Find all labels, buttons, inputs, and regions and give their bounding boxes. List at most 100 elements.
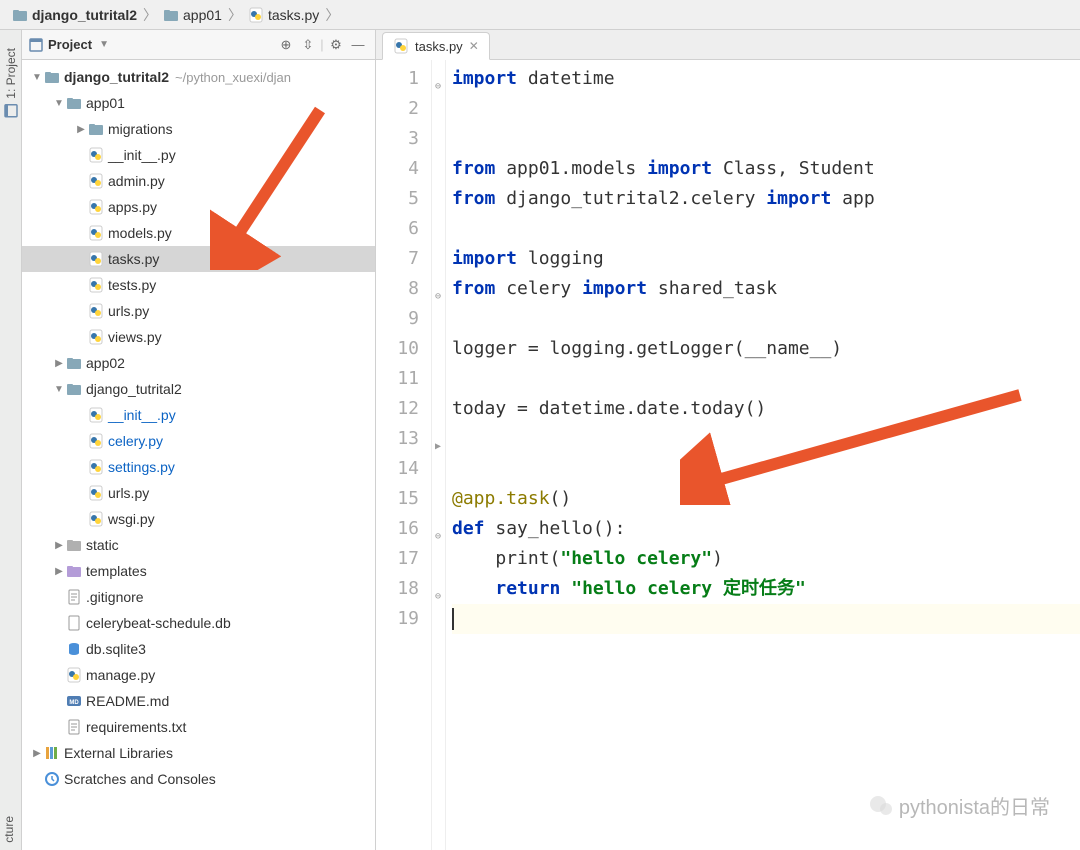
line-number: 13 <box>376 424 419 454</box>
code-line[interactable] <box>452 424 1080 454</box>
tree-item[interactable]: tests.py <box>22 272 375 298</box>
tree-item[interactable]: views.py <box>22 324 375 350</box>
code-line[interactable] <box>452 304 1080 334</box>
tree-item[interactable]: ▶templates <box>22 558 375 584</box>
scratch-icon <box>44 771 60 787</box>
breadcrumb-separator: 〉 <box>141 5 159 25</box>
locate-button[interactable]: ⊕ <box>275 34 297 56</box>
tree-item[interactable]: README.md <box>22 688 375 714</box>
code-content[interactable]: import datetime from app01.models import… <box>446 60 1080 850</box>
code-line[interactable]: def say_hello(): <box>452 514 1080 544</box>
folder-purple-icon <box>66 563 82 579</box>
chevron-down-icon[interactable]: ▼ <box>99 39 109 50</box>
fold-toggle[interactable]: ⊖ <box>433 72 443 102</box>
code-line[interactable]: today = datetime.date.today() <box>452 394 1080 424</box>
py-icon <box>88 277 104 293</box>
txt-icon <box>66 719 82 735</box>
tree-item[interactable]: models.py <box>22 220 375 246</box>
tree-item[interactable]: ▶External Libraries <box>22 740 375 766</box>
code-line[interactable] <box>452 604 1080 634</box>
tree-item[interactable]: ▼django_tutrital2~/python_xuexi/djan <box>22 64 375 90</box>
tab-tasks-py[interactable]: tasks.py ✕ <box>382 32 490 60</box>
code-line[interactable] <box>452 94 1080 124</box>
folder-icon <box>66 381 82 397</box>
tree-item[interactable]: tasks.py <box>22 246 375 272</box>
watermark: pythonista的日常 <box>869 791 1050 820</box>
code-line[interactable]: from django_tutrital2.celery import app <box>452 184 1080 214</box>
structure-tool-tab[interactable]: cture <box>0 810 22 850</box>
tree-item[interactable]: ▶migrations <box>22 116 375 142</box>
line-number: 3 <box>376 124 419 154</box>
tree-item[interactable]: ▶app02 <box>22 350 375 376</box>
code-line[interactable]: from celery import shared_task <box>452 274 1080 304</box>
txt-icon <box>66 589 82 605</box>
tree-item[interactable]: manage.py <box>22 662 375 688</box>
code-line[interactable] <box>452 214 1080 244</box>
code-line[interactable] <box>452 364 1080 394</box>
project-pane-icon <box>28 37 44 53</box>
line-number: 8 <box>376 274 419 304</box>
line-number: 14 <box>376 454 419 484</box>
tree-item[interactable]: ▶static <box>22 532 375 558</box>
breadcrumb-item[interactable]: django_tutrital2 <box>8 7 141 23</box>
code-line[interactable]: print("hello celery") <box>452 544 1080 574</box>
fold-column[interactable]: ⊖ ⊖ ▶ ⊖ ⊖ <box>432 60 446 850</box>
py-icon <box>88 303 104 319</box>
py-icon <box>88 433 104 449</box>
code-line[interactable]: from app01.models import Class, Student <box>452 154 1080 184</box>
code-line[interactable] <box>452 454 1080 484</box>
tree-item[interactable]: __init__.py <box>22 402 375 428</box>
breadcrumb-separator: 〉 <box>226 5 244 25</box>
tree-item[interactable]: apps.py <box>22 194 375 220</box>
tree-item[interactable]: celerybeat-schedule.db <box>22 610 375 636</box>
fold-toggle[interactable]: ⊖ <box>433 522 443 552</box>
code-line[interactable]: logger = logging.getLogger(__name__) <box>452 334 1080 364</box>
tree-item[interactable]: ▼app01 <box>22 90 375 116</box>
code-line[interactable] <box>452 124 1080 154</box>
tree-item[interactable]: db.sqlite3 <box>22 636 375 662</box>
collapse-all-button[interactable]: ⇳ <box>297 34 319 56</box>
libs-icon <box>44 745 60 761</box>
code-line[interactable]: import datetime <box>452 64 1080 94</box>
code-line[interactable]: @app.task() <box>452 484 1080 514</box>
folder-icon <box>66 95 82 111</box>
tree-item[interactable]: .gitignore <box>22 584 375 610</box>
project-tree[interactable]: ▼django_tutrital2~/python_xuexi/djan▼app… <box>22 60 375 850</box>
line-number: 7 <box>376 244 419 274</box>
hide-button[interactable]: — <box>347 34 369 56</box>
py-icon <box>88 225 104 241</box>
code-line[interactable]: import logging <box>452 244 1080 274</box>
file-icon <box>66 615 82 631</box>
gear-icon[interactable]: ⚙ <box>325 34 347 56</box>
fold-toggle[interactable]: ⊖ <box>433 282 443 312</box>
tree-item[interactable]: admin.py <box>22 168 375 194</box>
line-number: 18 <box>376 574 419 604</box>
line-number: 2 <box>376 94 419 124</box>
tree-item[interactable]: Scratches and Consoles <box>22 766 375 792</box>
tree-item[interactable]: celery.py <box>22 428 375 454</box>
tree-item[interactable]: settings.py <box>22 454 375 480</box>
tree-item[interactable]: requirements.txt <box>22 714 375 740</box>
fold-toggle[interactable]: ▶ <box>433 432 443 462</box>
tree-item[interactable]: urls.py <box>22 480 375 506</box>
close-icon[interactable]: ✕ <box>469 39 479 53</box>
folder-icon <box>88 121 104 137</box>
project-tool-tab[interactable]: 1: Project <box>1 40 21 127</box>
tree-item[interactable]: ▼django_tutrital2 <box>22 376 375 402</box>
tree-item[interactable]: __init__.py <box>22 142 375 168</box>
code-line[interactable]: return "hello celery 定时任务" <box>452 574 1080 604</box>
py-icon <box>88 407 104 423</box>
tab-label: tasks.py <box>415 39 463 54</box>
line-gutter: 12345678910111213141516171819 <box>376 60 432 850</box>
tree-item[interactable]: wsgi.py <box>22 506 375 532</box>
tree-item[interactable]: urls.py <box>22 298 375 324</box>
line-number: 10 <box>376 334 419 364</box>
folder-icon <box>44 69 60 85</box>
code-area[interactable]: 12345678910111213141516171819 ⊖⊖▶⊖⊖ impo… <box>376 60 1080 850</box>
project-sidebar: Project ▼ ⊕ ⇳ | ⚙ — ▼django_tutrital2~/p… <box>22 30 376 850</box>
project-tool-header: Project ▼ ⊕ ⇳ | ⚙ — <box>22 30 375 60</box>
fold-toggle[interactable]: ⊖ <box>433 582 443 612</box>
editor-tabs: tasks.py ✕ <box>376 30 1080 60</box>
breadcrumb-item[interactable]: tasks.py <box>244 7 323 23</box>
breadcrumb-item[interactable]: app01 <box>159 7 226 23</box>
